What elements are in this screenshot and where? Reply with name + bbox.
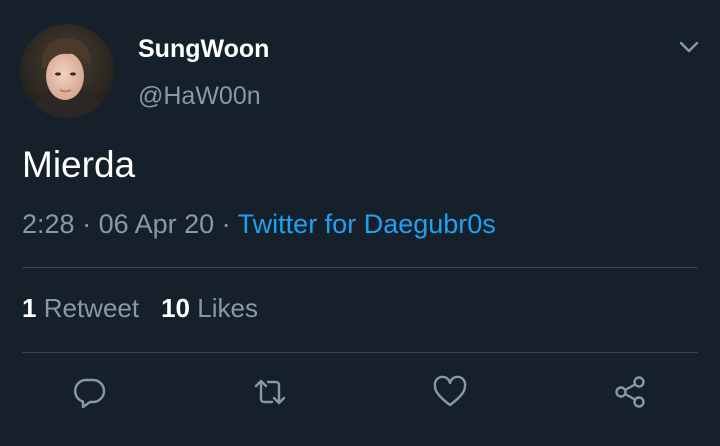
meta-separator: ·	[74, 209, 99, 239]
tweet-time: 2:28	[22, 209, 75, 239]
retweet-count: 1	[22, 293, 37, 323]
retweet-icon[interactable]	[252, 374, 288, 410]
retweet-label: Retweet	[43, 293, 140, 323]
reply-icon[interactable]	[72, 374, 108, 410]
avatar-photo	[20, 24, 114, 118]
retweet-stat[interactable]: 1 Retweet	[22, 293, 139, 323]
tweet-date: 06 Apr 20	[98, 209, 215, 239]
tweet-meta: 2:28 · 06 Apr 20 · Twitter for Daegubr0s	[22, 209, 496, 240]
divider	[22, 267, 698, 268]
tweet-card: SungWoon @HaW00n Mierda 2:28 · 06 Apr 20…	[0, 0, 720, 446]
tweet-stats: 1 Retweet 10 Likes	[22, 293, 258, 324]
avatar[interactable]	[20, 24, 114, 118]
like-count: 10	[161, 293, 191, 323]
likes-label: Likes	[197, 293, 258, 323]
share-icon[interactable]	[612, 374, 648, 410]
tweet-source-link[interactable]: Twitter for Daegubr0s	[238, 209, 496, 239]
meta-separator: ·	[214, 209, 238, 239]
user-handle[interactable]: @HaW00n	[138, 82, 261, 111]
display-name[interactable]: SungWoon	[138, 35, 269, 64]
tweet-text: Mierda	[22, 144, 136, 185]
divider	[22, 352, 698, 353]
chevron-down-icon[interactable]	[676, 34, 702, 60]
likes-stat[interactable]: 10 Likes	[161, 293, 258, 323]
heart-icon[interactable]	[432, 374, 468, 410]
